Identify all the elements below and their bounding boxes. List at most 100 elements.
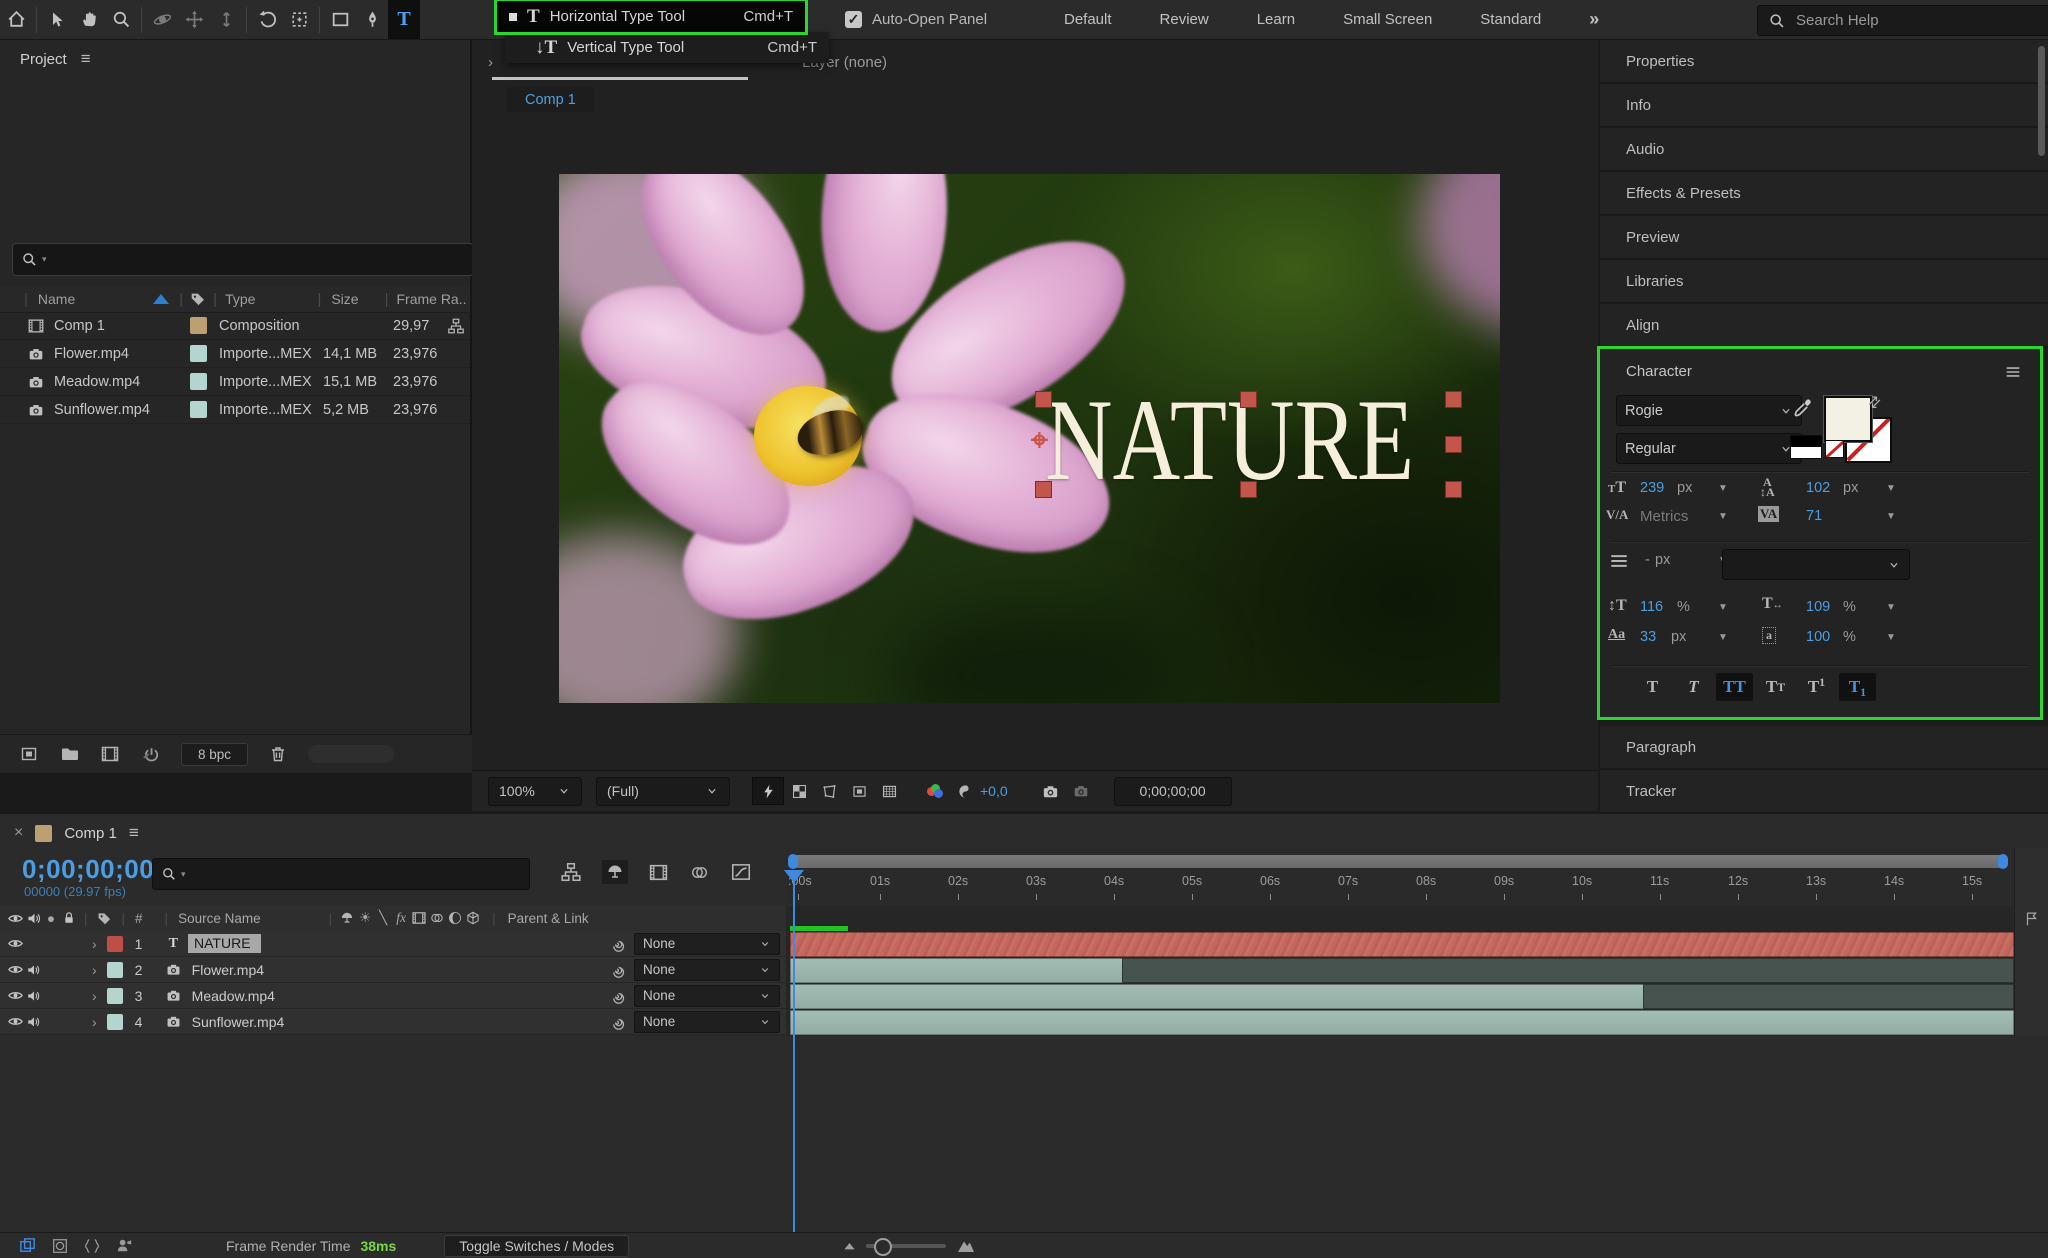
selection-handle[interactable]	[1445, 481, 1462, 498]
label-color-swatch[interactable]	[190, 345, 207, 362]
selection-handle[interactable]	[1240, 481, 1257, 498]
new-folder-icon[interactable]	[60, 744, 80, 764]
dropdown-arrow[interactable]: ▼	[1718, 511, 1728, 522]
expand-arrow[interactable]: ›	[92, 962, 97, 978]
hand-tool[interactable]	[73, 0, 105, 39]
layer-name[interactable]: Sunflower.mp4	[192, 1014, 285, 1030]
stroke-style-select[interactable]	[1722, 549, 1910, 580]
work-area-bar[interactable]	[790, 855, 2006, 868]
search-dropdown-caret[interactable]: ▾	[42, 254, 47, 265]
selection-handle[interactable]	[1035, 391, 1052, 408]
dropdown-arrow[interactable]: ▼	[1886, 602, 1896, 613]
text-layer-nature[interactable]: NATURE	[1045, 390, 1375, 492]
panel-tab-properties[interactable]: Properties	[1600, 40, 2048, 84]
panel-menu-icon[interactable]	[2004, 363, 2022, 381]
dropdown-arrow[interactable]: ▼	[1718, 483, 1728, 494]
show-snapshot-button[interactable]	[1066, 778, 1096, 804]
render-time-icon[interactable]	[115, 1236, 134, 1255]
timeline-zoom-slider[interactable]	[866, 1244, 946, 1248]
audio-icon[interactable]	[24, 962, 42, 978]
audio-column-icon[interactable]	[24, 910, 42, 927]
adjustment-column-icon[interactable]	[446, 910, 464, 926]
project-row-comp1[interactable]: Comp 1 Composition 29,97	[0, 312, 470, 340]
selection-handle[interactable]	[1445, 391, 1462, 408]
selection-handle[interactable]	[1035, 481, 1052, 498]
selection-tool[interactable]	[41, 0, 73, 39]
auto-open-panel-toggle[interactable]: ✓ Auto-Open Panel	[845, 0, 987, 39]
parent-select[interactable]: None	[634, 933, 780, 955]
layer-label-swatch[interactable]	[107, 962, 123, 978]
subscript-button[interactable]: T1	[1839, 673, 1876, 701]
work-area-end-handle[interactable]	[1998, 854, 2008, 869]
parent-select[interactable]: None	[634, 1011, 780, 1033]
dropdown-arrow[interactable]: ▼	[1886, 483, 1896, 494]
3d-column-icon[interactable]	[464, 910, 482, 926]
faux-italic-button[interactable]: T	[1675, 673, 1712, 701]
baseline-shift-value[interactable]: 33	[1640, 629, 1656, 645]
workspace-overflow-chevrons[interactable]: »	[1565, 0, 1623, 39]
column-size[interactable]: Size	[331, 291, 358, 307]
toggle-switches-modes-button[interactable]: Toggle Switches / Modes	[444, 1235, 629, 1257]
snapshot-button[interactable]	[1036, 778, 1066, 804]
panel-tab-preview[interactable]: Preview	[1600, 216, 2048, 260]
panel-menu-icon[interactable]: ≡	[81, 49, 91, 69]
small-caps-button[interactable]: TT	[1757, 673, 1794, 701]
layer-row-1[interactable]: › 1 T NATURE ☀ ╲ None	[0, 931, 786, 957]
work-area-start-handle[interactable]	[788, 854, 798, 869]
parent-select[interactable]: None	[634, 985, 780, 1007]
expand-arrow[interactable]: ›	[92, 1014, 97, 1030]
checkbox-checked-icon[interactable]: ✓	[845, 11, 862, 28]
eye-icon[interactable]	[6, 987, 24, 1004]
panel-back-chevron[interactable]: ›	[488, 54, 493, 71]
resolution-select[interactable]: (Full)	[596, 777, 730, 806]
collapse-column-icon[interactable]: ☀	[356, 910, 374, 926]
pick-whip-icon[interactable]	[608, 961, 626, 979]
pan-camera-tool[interactable]	[178, 0, 210, 39]
parent-select[interactable]: None	[634, 959, 780, 981]
fill-color-swatch[interactable]	[1824, 396, 1872, 442]
label-column-icon[interactable]	[189, 290, 207, 308]
exposure-value[interactable]: +0,0	[980, 783, 1008, 799]
playhead-line[interactable]	[793, 872, 795, 1232]
zoom-in-mountain-icon[interactable]	[956, 1236, 976, 1256]
channel-select-button[interactable]	[920, 778, 950, 804]
expand-layers-icon[interactable]	[18, 1236, 37, 1255]
trash-icon[interactable]	[268, 744, 288, 764]
layer-label-swatch[interactable]	[107, 936, 123, 952]
selection-handle[interactable]	[1445, 436, 1462, 453]
flowchart-icon[interactable]	[447, 317, 465, 335]
audio-icon[interactable]	[24, 988, 42, 1004]
project-search-input[interactable]: ▾	[12, 243, 474, 276]
comp-tab[interactable]: Comp 1	[507, 87, 594, 112]
menu-item-horizontal-type-tool[interactable]: T Horizontal Type Tool Cmd+T	[497, 1, 805, 32]
zoom-slider-handle[interactable]	[874, 1238, 892, 1256]
layer-bar-flower[interactable]	[790, 958, 1124, 983]
timeline-search-input[interactable]: ▾	[152, 858, 530, 890]
zoom-out-mountain-icon[interactable]	[841, 1237, 858, 1254]
viewer-timecode[interactable]: 0;00;00;00	[1114, 777, 1232, 806]
default-fill-stroke-swatch[interactable]	[1790, 435, 1822, 459]
parent-link-column[interactable]: Parent & Link	[508, 911, 589, 926]
label-color-swatch[interactable]	[190, 401, 207, 418]
panel-tab-info[interactable]: Info	[1600, 84, 2048, 128]
project-row-flower[interactable]: Flower.mp4 Importe...MEX 14,1 MB 23,976	[0, 340, 470, 368]
sidebar-scrollbar[interactable]	[2038, 46, 2045, 156]
fx-column-icon[interactable]: fx	[392, 910, 410, 926]
anchor-point-icon[interactable]: ⌖	[1031, 426, 1048, 456]
comp-marker-icon[interactable]	[2023, 910, 2041, 928]
mask-visibility-button[interactable]	[814, 778, 844, 804]
layer-bar-nature[interactable]	[790, 932, 2014, 957]
leading-value[interactable]: 102	[1806, 480, 1830, 496]
search-help-input[interactable]: Search Help	[1757, 5, 2048, 36]
workspace-learn[interactable]: Learn	[1233, 0, 1319, 39]
new-composition-icon[interactable]	[100, 744, 120, 764]
expand-arrow[interactable]: ›	[92, 988, 97, 1004]
selection-handle[interactable]	[1240, 391, 1257, 408]
region-of-interest-button[interactable]	[844, 778, 874, 804]
orbit-camera-tool[interactable]	[146, 0, 178, 39]
panel-tab-effects-presets[interactable]: Effects & Presets	[1600, 172, 2048, 216]
no-color-mini-swatch[interactable]	[1825, 440, 1844, 458]
label-color-swatch[interactable]	[190, 317, 207, 334]
layer-row-4[interactable]: › 4 Sunflower.mp4 ╲ None	[0, 1009, 786, 1035]
column-type[interactable]: Type	[225, 291, 255, 307]
